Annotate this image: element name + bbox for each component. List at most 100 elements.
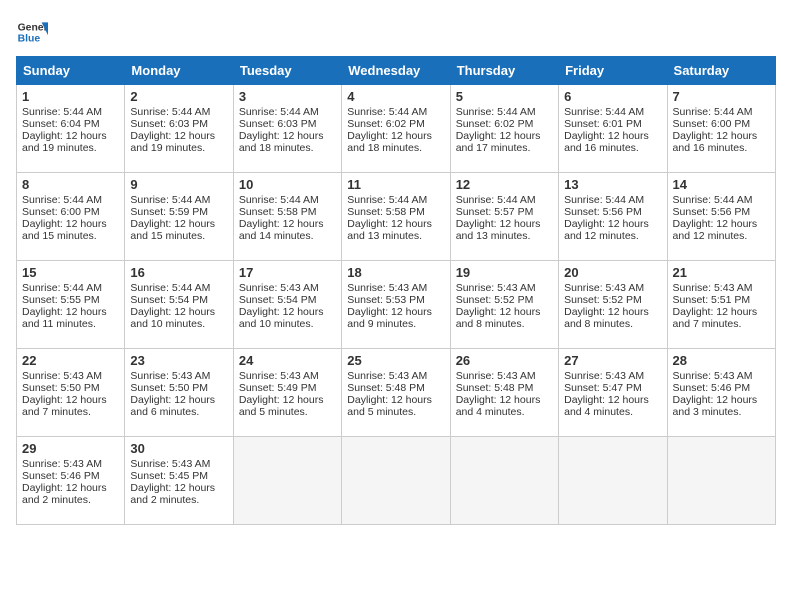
calendar-cell: 9Sunrise: 5:44 AMSunset: 5:59 PMDaylight… (125, 173, 233, 261)
sunset-text: Sunset: 5:52 PM (564, 294, 642, 306)
daylight-hours: Daylight: 12 hours (456, 306, 541, 318)
day-number: 20 (564, 265, 661, 280)
daylight-hours: Daylight: 12 hours (347, 130, 432, 142)
daylight-minutes: and 12 minutes. (673, 230, 748, 242)
day-number: 13 (564, 177, 661, 192)
week-row-3: 15Sunrise: 5:44 AMSunset: 5:55 PMDayligh… (17, 261, 776, 349)
logo-icon: General Blue (16, 16, 48, 48)
sunrise-text: Sunrise: 5:44 AM (564, 106, 644, 118)
day-number: 9 (130, 177, 227, 192)
sunset-text: Sunset: 5:56 PM (673, 206, 751, 218)
daylight-minutes: and 18 minutes. (239, 142, 314, 154)
col-friday: Friday (559, 57, 667, 85)
day-number: 27 (564, 353, 661, 368)
week-row-1: 1Sunrise: 5:44 AMSunset: 6:04 PMDaylight… (17, 85, 776, 173)
daylight-minutes: and 12 minutes. (564, 230, 639, 242)
calendar-cell: 29Sunrise: 5:43 AMSunset: 5:46 PMDayligh… (17, 437, 125, 525)
calendar-table: Sunday Monday Tuesday Wednesday Thursday… (16, 56, 776, 525)
daylight-minutes: and 6 minutes. (130, 406, 199, 418)
week-row-4: 22Sunrise: 5:43 AMSunset: 5:50 PMDayligh… (17, 349, 776, 437)
sunrise-text: Sunrise: 5:43 AM (347, 282, 427, 294)
sunset-text: Sunset: 5:50 PM (130, 382, 208, 394)
day-number: 28 (673, 353, 770, 368)
sunrise-text: Sunrise: 5:44 AM (130, 106, 210, 118)
calendar-cell: 24Sunrise: 5:43 AMSunset: 5:49 PMDayligh… (233, 349, 341, 437)
sunrise-text: Sunrise: 5:44 AM (347, 194, 427, 206)
day-number: 26 (456, 353, 553, 368)
day-number: 25 (347, 353, 444, 368)
sunrise-text: Sunrise: 5:44 AM (673, 106, 753, 118)
sunset-text: Sunset: 6:00 PM (673, 118, 751, 130)
sunrise-text: Sunrise: 5:43 AM (22, 370, 102, 382)
day-number: 17 (239, 265, 336, 280)
daylight-hours: Daylight: 12 hours (673, 394, 758, 406)
sunset-text: Sunset: 5:55 PM (22, 294, 100, 306)
sunrise-text: Sunrise: 5:44 AM (347, 106, 427, 118)
calendar-cell: 30Sunrise: 5:43 AMSunset: 5:45 PMDayligh… (125, 437, 233, 525)
daylight-minutes: and 4 minutes. (456, 406, 525, 418)
daylight-hours: Daylight: 12 hours (22, 482, 107, 494)
daylight-hours: Daylight: 12 hours (347, 218, 432, 230)
daylight-minutes: and 16 minutes. (673, 142, 748, 154)
sunrise-text: Sunrise: 5:44 AM (22, 194, 102, 206)
calendar-cell: 7 Sunrise: 5:44 AMSunset: 6:00 PMDaylight… (667, 85, 775, 173)
daylight-minutes: and 3 minutes. (673, 406, 742, 418)
sunset-text: Sunset: 5:54 PM (239, 294, 317, 306)
sunrise-text: Sunrise: 5:44 AM (239, 106, 319, 118)
calendar-cell: 27Sunrise: 5:43 AMSunset: 5:47 PMDayligh… (559, 349, 667, 437)
daylight-hours: Daylight: 12 hours (347, 394, 432, 406)
sunset-text: Sunset: 5:49 PM (239, 382, 317, 394)
daylight-hours: Daylight: 12 hours (239, 130, 324, 142)
calendar-cell (342, 437, 450, 525)
daylight-minutes: and 17 minutes. (456, 142, 531, 154)
sunset-text: Sunset: 5:46 PM (673, 382, 751, 394)
day-number: 1 (22, 89, 119, 104)
daylight-hours: Daylight: 12 hours (22, 130, 107, 142)
sunset-text: Sunset: 6:03 PM (130, 118, 208, 130)
day-number: 8 (22, 177, 119, 192)
sunset-text: Sunset: 6:04 PM (22, 118, 100, 130)
daylight-hours: Daylight: 12 hours (130, 130, 215, 142)
daylight-minutes: and 2 minutes. (130, 494, 199, 506)
daylight-hours: Daylight: 12 hours (673, 130, 758, 142)
daylight-minutes: and 15 minutes. (130, 230, 205, 242)
sunrise-text: Sunrise: 5:44 AM (130, 194, 210, 206)
sunrise-text: Sunrise: 5:44 AM (130, 282, 210, 294)
sunrise-text: Sunrise: 5:44 AM (456, 106, 536, 118)
sunset-text: Sunset: 5:59 PM (130, 206, 208, 218)
week-row-2: 8Sunrise: 5:44 AMSunset: 6:00 PMDaylight… (17, 173, 776, 261)
sunset-text: Sunset: 5:56 PM (564, 206, 642, 218)
daylight-minutes: and 10 minutes. (130, 318, 205, 330)
day-number: 18 (347, 265, 444, 280)
daylight-hours: Daylight: 12 hours (564, 130, 649, 142)
daylight-minutes: and 13 minutes. (347, 230, 422, 242)
calendar-cell: 23Sunrise: 5:43 AMSunset: 5:50 PMDayligh… (125, 349, 233, 437)
daylight-minutes: and 5 minutes. (347, 406, 416, 418)
col-monday: Monday (125, 57, 233, 85)
daylight-minutes: and 7 minutes. (673, 318, 742, 330)
daylight-hours: Daylight: 12 hours (456, 218, 541, 230)
daylight-hours: Daylight: 12 hours (456, 394, 541, 406)
day-number: 19 (456, 265, 553, 280)
day-number: 12 (456, 177, 553, 192)
sunrise-text: Sunrise: 5:43 AM (130, 458, 210, 470)
sunrise-text: Sunrise: 5:43 AM (564, 282, 644, 294)
calendar-cell (233, 437, 341, 525)
daylight-hours: Daylight: 12 hours (22, 394, 107, 406)
calendar-cell: 8Sunrise: 5:44 AMSunset: 6:00 PMDaylight… (17, 173, 125, 261)
sunrise-text: Sunrise: 5:44 AM (22, 282, 102, 294)
sunrise-text: Sunrise: 5:43 AM (239, 370, 319, 382)
calendar-cell: 28Sunrise: 5:43 AMSunset: 5:46 PMDayligh… (667, 349, 775, 437)
daylight-minutes: and 14 minutes. (239, 230, 314, 242)
day-number: 7 (673, 89, 770, 104)
sunset-text: Sunset: 5:57 PM (456, 206, 534, 218)
day-number: 24 (239, 353, 336, 368)
calendar-cell: 21Sunrise: 5:43 AMSunset: 5:51 PMDayligh… (667, 261, 775, 349)
logo: General Blue (16, 16, 48, 48)
calendar-cell: 26Sunrise: 5:43 AMSunset: 5:48 PMDayligh… (450, 349, 558, 437)
day-number: 6 (564, 89, 661, 104)
sunrise-text: Sunrise: 5:43 AM (456, 370, 536, 382)
daylight-hours: Daylight: 12 hours (564, 394, 649, 406)
sunset-text: Sunset: 6:02 PM (456, 118, 534, 130)
calendar-cell: 22Sunrise: 5:43 AMSunset: 5:50 PMDayligh… (17, 349, 125, 437)
